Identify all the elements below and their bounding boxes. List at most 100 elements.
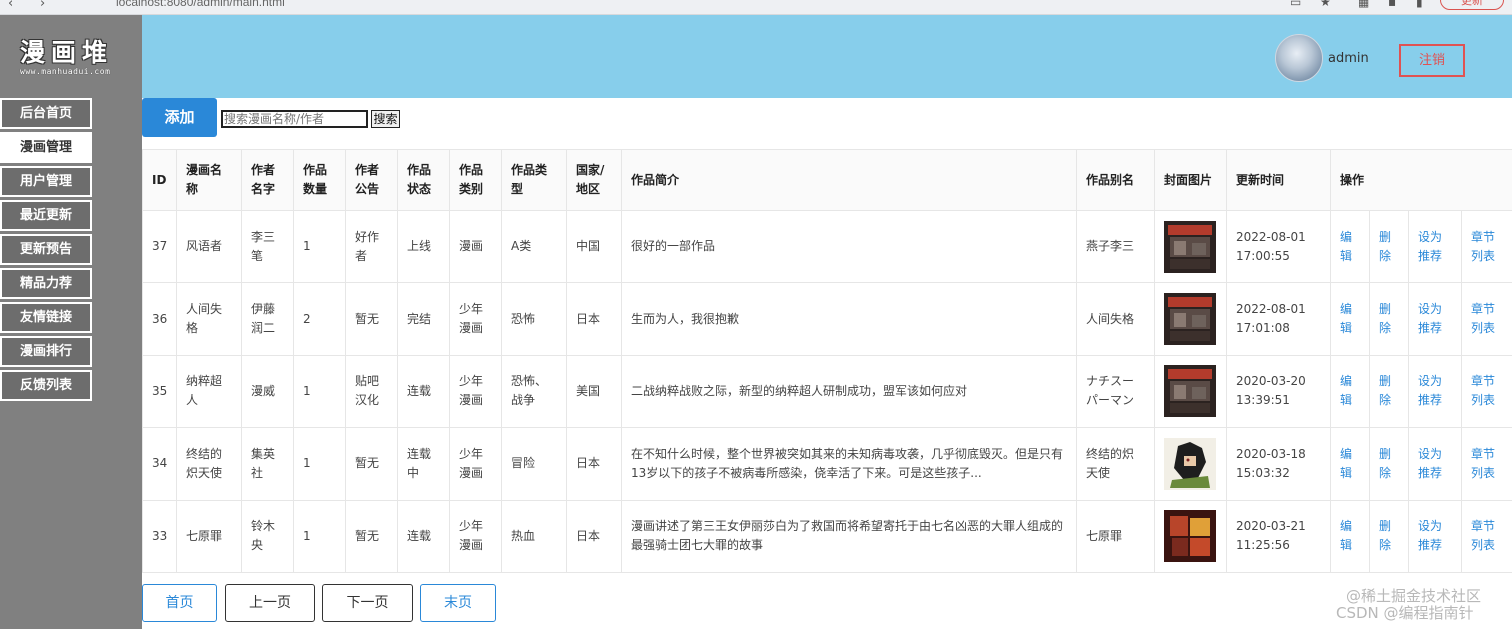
delete-link[interactable]: 删除 (1379, 230, 1391, 263)
cover-image (1164, 365, 1216, 418)
next-page-button[interactable]: 下一页 (322, 584, 413, 622)
browser-toolbar: ‹ › localhost:8080/admin/main.html ▭ ★ ▦… (0, 0, 1512, 15)
cell-author: 漫威 (241, 354, 294, 429)
chapters-link[interactable]: 章节列表 (1471, 447, 1495, 480)
cover-image (1164, 293, 1216, 346)
cell-status: 连载 (397, 354, 450, 429)
cell-action: 删除 (1369, 282, 1409, 356)
cell-id: 33 (142, 499, 177, 573)
recommend-link[interactable]: 设为推荐 (1418, 519, 1442, 552)
cell-action: 设为推荐 (1408, 427, 1462, 501)
edit-link[interactable]: 编辑 (1340, 302, 1352, 335)
delete-link[interactable]: 删除 (1379, 447, 1391, 480)
cell-country: 日本 (566, 499, 622, 573)
search-button[interactable]: 搜索 (371, 110, 400, 128)
comic-table: ID 漫画名称 作者名字 作品数量 作者公告 作品状态 作品类别 作品类型 国家… (142, 149, 1512, 573)
sidebar-item-friend-links[interactable]: 友情链接 (0, 302, 92, 333)
sidebar-item-rankings[interactable]: 漫画排行 (0, 336, 92, 367)
search-input[interactable] (221, 110, 368, 128)
cell-time: 2020-03-20 13:39:51 (1226, 354, 1331, 429)
col-header-count: 作品数量 (293, 149, 346, 211)
cell-intro: 在不知什么时候，整个世界被突如其来的未知病毒攻袭，几乎彻底毁灭。但是只有13岁以… (621, 427, 1077, 501)
back-icon[interactable]: ‹ (8, 0, 13, 11)
recommend-link[interactable]: 设为推荐 (1418, 302, 1442, 335)
table-row: 35 纳粹超人 漫威 1 贴吧汉化 连载 少年漫画 恐怖、战争 美国 二战纳粹战败之际，新型的纳粹… (142, 354, 1512, 429)
cell-count: 1 (293, 354, 346, 429)
cell-count: 1 (293, 427, 346, 501)
cell-name: 人间失格 (176, 282, 242, 356)
table-row: 37 风语者 李三笔 1 好作者 上线 漫画 A类 中国 很好的一部作品 燕子李三 2022-08-0… (142, 209, 1512, 284)
last-page-button[interactable]: 末页 (420, 584, 496, 622)
cell-action: 章节列表 (1460, 427, 1512, 501)
delete-link[interactable]: 删除 (1379, 374, 1391, 407)
cell-category: 漫画 (449, 209, 502, 284)
cell-action: 删除 (1369, 499, 1409, 573)
sidebar: 漫画堆 www.manhuadui.com 后台首页 漫画管理 用户管理 最近更… (0, 15, 142, 629)
address-bar[interactable]: localhost:8080/admin/main.html (116, 0, 285, 9)
sidebar-item-user-management[interactable]: 用户管理 (0, 166, 92, 197)
avatar[interactable] (1275, 34, 1323, 82)
cell-cover (1154, 354, 1227, 429)
sidebar-item-update-preview[interactable]: 更新预告 (0, 234, 92, 265)
browser-update-button[interactable]: 更新 (1440, 0, 1504, 10)
star-icon[interactable]: ★ (1320, 0, 1331, 9)
edit-link[interactable]: 编辑 (1340, 374, 1352, 407)
cell-action: 设为推荐 (1408, 209, 1462, 284)
username: admin (1328, 51, 1369, 66)
col-header-alias: 作品别名 (1076, 149, 1155, 211)
cell-status: 连载 (397, 499, 450, 573)
delete-link[interactable]: 删除 (1379, 302, 1391, 335)
recommend-link[interactable]: 设为推荐 (1418, 374, 1442, 407)
edit-link[interactable]: 编辑 (1340, 519, 1352, 552)
logout-button[interactable]: 注销 (1399, 44, 1465, 77)
cell-author: 铃木央 (241, 499, 294, 573)
table-row: 33 七原罪 铃木央 1 暂无 连载 少年漫画 热血 日本 漫画讲述了第三王女伊丽莎白为了救国而将… (142, 499, 1512, 573)
sidebar-menu: 后台首页 漫画管理 用户管理 最近更新 更新预告 精品力荐 友情链接 漫画排行 … (0, 98, 92, 404)
page-icon[interactable]: ▭ (1290, 0, 1301, 9)
col-header-intro: 作品简介 (621, 149, 1077, 211)
sidebar-item-recent-updates[interactable]: 最近更新 (0, 200, 92, 231)
delete-link[interactable]: 删除 (1379, 519, 1391, 552)
sidebar-item-dashboard[interactable]: 后台首页 (0, 98, 92, 129)
edit-link[interactable]: 编辑 (1340, 447, 1352, 480)
edit-link[interactable]: 编辑 (1340, 230, 1352, 263)
cell-alias: 终结的炽天使 (1076, 427, 1155, 501)
table-row: 36 人间失格 伊藤润二 2 暂无 完结 少年漫画 恐怖 日本 生而为人，我很抱歉 人间失格 2022… (142, 282, 1512, 356)
col-header-category: 作品类别 (449, 149, 502, 211)
prev-page-button[interactable]: 上一页 (225, 584, 315, 622)
chapters-link[interactable]: 章节列表 (1471, 302, 1495, 335)
chapters-link[interactable]: 章节列表 (1471, 519, 1495, 552)
download-icon[interactable]: ▪ (1388, 0, 1396, 9)
cell-status: 上线 (397, 209, 450, 284)
chapters-link[interactable]: 章节列表 (1471, 374, 1495, 407)
sidebar-item-comic-management[interactable]: 漫画管理 (0, 132, 92, 163)
cover-image (1164, 510, 1216, 563)
logo-url: www.manhuadui.com (20, 67, 111, 76)
add-button[interactable]: 添加 (142, 98, 217, 137)
chapters-link[interactable]: 章节列表 (1471, 230, 1495, 263)
cell-country: 日本 (566, 427, 622, 501)
cell-time: 2020-03-18 15:03:32 (1226, 427, 1331, 501)
cell-intro: 漫画讲述了第三王女伊丽莎白为了救国而将希望寄托于由七名凶恶的大罪人组成的最强骑士… (621, 499, 1077, 573)
cell-type: 冒险 (501, 427, 567, 501)
cell-type: 恐怖 (501, 282, 567, 356)
extension-icon[interactable]: ▦ (1358, 0, 1369, 9)
first-page-button[interactable]: 首页 (142, 584, 217, 622)
cell-notice: 暂无 (345, 427, 398, 501)
cell-category: 少年漫画 (449, 427, 502, 501)
cell-action: 编辑 (1330, 354, 1370, 429)
cell-cover (1154, 209, 1227, 284)
cell-cover (1154, 499, 1227, 573)
cell-time: 2020-03-21 11:25:56 (1226, 499, 1331, 573)
cell-count: 1 (293, 499, 346, 573)
cell-name: 终结的炽天使 (176, 427, 242, 501)
cell-action: 章节列表 (1460, 282, 1512, 356)
sidebar-item-feedback[interactable]: 反馈列表 (0, 370, 92, 401)
recommend-link[interactable]: 设为推荐 (1418, 447, 1442, 480)
cell-alias: 七原罪 (1076, 499, 1155, 573)
profile-icon[interactable]: ▮ (1416, 0, 1423, 9)
sidebar-item-featured[interactable]: 精品力荐 (0, 268, 92, 299)
cell-id: 36 (142, 282, 177, 356)
forward-icon[interactable]: › (40, 0, 45, 11)
recommend-link[interactable]: 设为推荐 (1418, 230, 1442, 263)
